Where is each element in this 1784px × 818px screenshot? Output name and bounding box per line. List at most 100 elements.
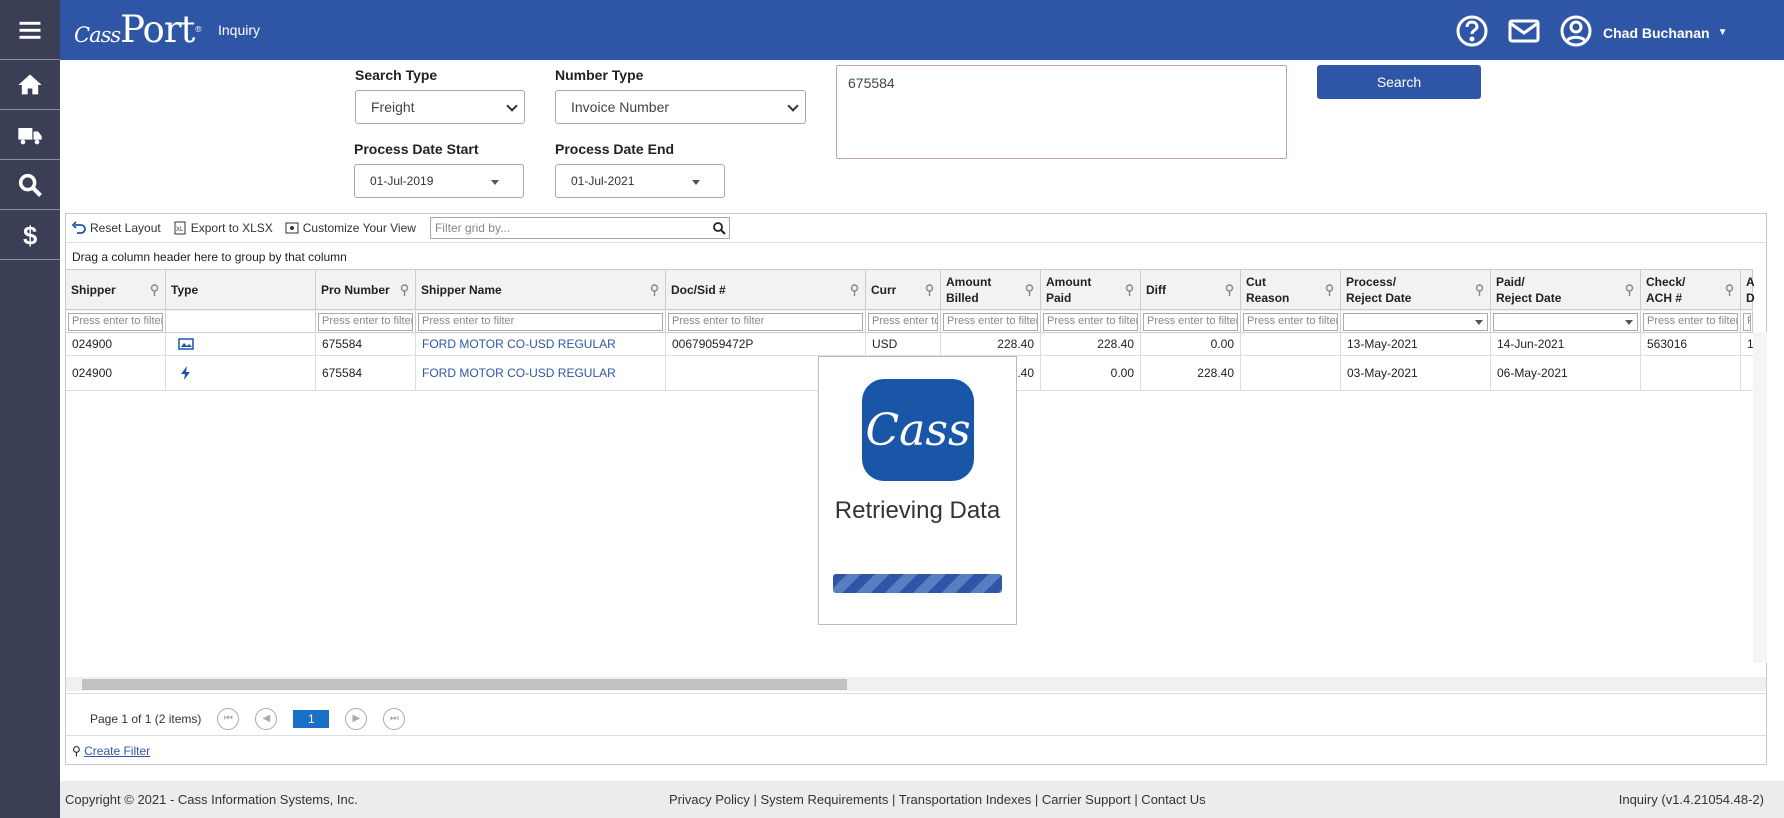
filter-cell: [1341, 311, 1491, 333]
column-filter-input[interactable]: Press enter to filter: [1643, 313, 1738, 331]
filter-pin-icon[interactable]: [1225, 284, 1234, 296]
filter-pin-icon[interactable]: [1025, 284, 1034, 296]
column-filter-input[interactable]: Press enter to filter: [1743, 313, 1751, 331]
column-filter-input[interactable]: Press enter to filter: [943, 313, 1038, 331]
process-date-end-input[interactable]: 01-Jul-2021: [555, 164, 725, 198]
column-header[interactable]: Cut Reason: [1241, 270, 1341, 310]
column-header[interactable]: Shipper Name: [416, 270, 666, 310]
first-page-button[interactable]: ⏮: [217, 707, 240, 730]
filter-pin-icon[interactable]: [1625, 284, 1634, 296]
number-type-select[interactable]: Invoice Number: [555, 90, 806, 124]
create-filter-link[interactable]: Create Filter: [84, 744, 150, 758]
customize-icon: [285, 222, 299, 234]
next-page-button[interactable]: ▶: [345, 707, 368, 730]
filter-pin-icon[interactable]: [150, 284, 159, 296]
prev-page-button[interactable]: ◀: [255, 707, 278, 730]
column-header[interactable]: Shipper: [66, 270, 166, 310]
column-header[interactable]: Diff: [1141, 270, 1241, 310]
filter-dropdown[interactable]: [1343, 313, 1488, 331]
cass-logo-text: Cass: [865, 404, 971, 456]
user-name[interactable]: Chad Buchanan: [1603, 25, 1710, 41]
cell-check: [1641, 356, 1741, 390]
mail-icon[interactable]: [1507, 14, 1541, 51]
column-header[interactable]: Curr: [866, 270, 941, 310]
cell-name[interactable]: FORD MOTOR CO-USD REGULAR: [416, 356, 666, 390]
cell-diff: 228.40: [1141, 356, 1241, 390]
reset-layout-button[interactable]: Reset Layout: [72, 221, 161, 235]
filter-pin-icon[interactable]: [1325, 284, 1334, 296]
column-filter-input[interactable]: Press enter to filter: [318, 313, 413, 331]
column-header[interactable]: Paid/Reject Date: [1491, 270, 1641, 310]
export-xlsx-button[interactable]: XL Export to XLSX: [173, 221, 273, 235]
menu-icon[interactable]: [0, 0, 60, 60]
grid-filter-input[interactable]: Filter grid by...: [429, 217, 730, 239]
column-header[interactable]: Type: [166, 270, 316, 310]
column-filter-input[interactable]: Press enter to filter: [418, 313, 663, 331]
vertical-scrollbar[interactable]: [1753, 332, 1767, 663]
image-icon[interactable]: [178, 336, 194, 352]
chevron-down-icon[interactable]: ▼: [1718, 27, 1728, 38]
bolt-icon[interactable]: [178, 365, 194, 381]
filter-pin-icon[interactable]: [400, 284, 409, 296]
horizontal-scrollbar[interactable]: [66, 677, 1766, 691]
column-header-label: Amount Billed: [946, 274, 992, 305]
filter-pin-icon[interactable]: [1725, 284, 1734, 296]
column-filter-input[interactable]: Press enter to filter: [668, 313, 863, 331]
cell-pro: 675584: [316, 356, 416, 390]
reset-layout-label: Reset Layout: [90, 221, 161, 235]
filter-pin-icon[interactable]: [850, 284, 859, 296]
filter-cell: Press enter to filter: [941, 311, 1041, 333]
column-filter-input[interactable]: Press enter to filter: [1043, 313, 1138, 331]
cell-type[interactable]: [166, 356, 316, 390]
customize-view-button[interactable]: Customize Your View: [285, 221, 416, 235]
chevron-down-icon: [787, 100, 799, 112]
cell-name[interactable]: FORD MOTOR CO-USD REGULAR: [416, 332, 666, 355]
column-header[interactable]: Doc/Sid #: [666, 270, 866, 310]
column-header[interactable]: Process/Reject Date: [1341, 270, 1491, 310]
column-header-label: AD: [1746, 274, 1755, 305]
filter-cell: Press enter to filter: [1641, 311, 1741, 333]
column-filter-input[interactable]: Press enter to filter: [1243, 313, 1338, 331]
column-filter-input[interactable]: Press enter to filter: [1143, 313, 1238, 331]
grid-toolbar: Reset Layout XL Export to XLSX Customize …: [66, 214, 1766, 242]
page-title: Inquiry: [218, 22, 261, 38]
column-header[interactable]: AD: [1741, 270, 1755, 310]
create-filter-bar: ⚲ Create Filter: [66, 735, 1766, 765]
help-icon[interactable]: [1455, 14, 1489, 51]
process-date-start-input[interactable]: 01-Jul-2019: [354, 164, 524, 198]
filter-pin-icon[interactable]: [650, 284, 659, 296]
column-header-label: Shipper: [71, 282, 116, 297]
page-number-button[interactable]: 1: [293, 709, 330, 728]
column-filter-input[interactable]: Press enter to filter: [868, 313, 938, 331]
grid-header: Shipper Press enter to filter Type Pro Numb…: [66, 269, 1755, 333]
process-date-start-label: Process Date Start: [354, 141, 479, 157]
search-type-select[interactable]: Freight: [355, 90, 525, 124]
cell-type[interactable]: [166, 332, 316, 355]
last-page-button[interactable]: ⏭: [383, 707, 406, 730]
filter-dropdown[interactable]: [1493, 313, 1638, 331]
search-icon[interactable]: [712, 221, 726, 235]
group-panel[interactable]: Drag a column header here to group by th…: [66, 242, 1766, 269]
column-header[interactable]: Amount Billed: [941, 270, 1041, 310]
column-filter-input[interactable]: Press enter to filter: [68, 313, 163, 331]
filter-pin-icon[interactable]: [925, 284, 934, 296]
column-header[interactable]: Pro Number: [316, 270, 416, 310]
filter-pin-icon[interactable]: [1475, 284, 1484, 296]
numbers-textarea[interactable]: 675584: [836, 65, 1287, 159]
search-button[interactable]: Search: [1317, 65, 1481, 99]
column-header[interactable]: Amount Paid: [1041, 270, 1141, 310]
scroll-thumb[interactable]: [82, 679, 847, 690]
table-row[interactable]: 024900 675584 FORD MOTOR CO-USD REGULAR 006…: [66, 332, 1754, 356]
column-header[interactable]: Check/ACH #: [1641, 270, 1741, 310]
footer-links[interactable]: Privacy Policy | System Requirements | T…: [669, 792, 1206, 807]
search-icon[interactable]: [0, 160, 60, 210]
filter-pin-icon[interactable]: [1125, 284, 1134, 296]
user-icon[interactable]: [1559, 14, 1593, 51]
column-header-label: Pro Number: [321, 282, 390, 297]
column-header-label: Cut Reason: [1246, 274, 1290, 305]
truck-icon[interactable]: [0, 110, 60, 160]
home-icon[interactable]: [0, 60, 60, 110]
dollar-icon[interactable]: $: [0, 210, 60, 260]
cassport-logo[interactable]: CassPort®: [74, 11, 202, 53]
page-info: Page 1 of 1 (2 items): [90, 711, 202, 726]
